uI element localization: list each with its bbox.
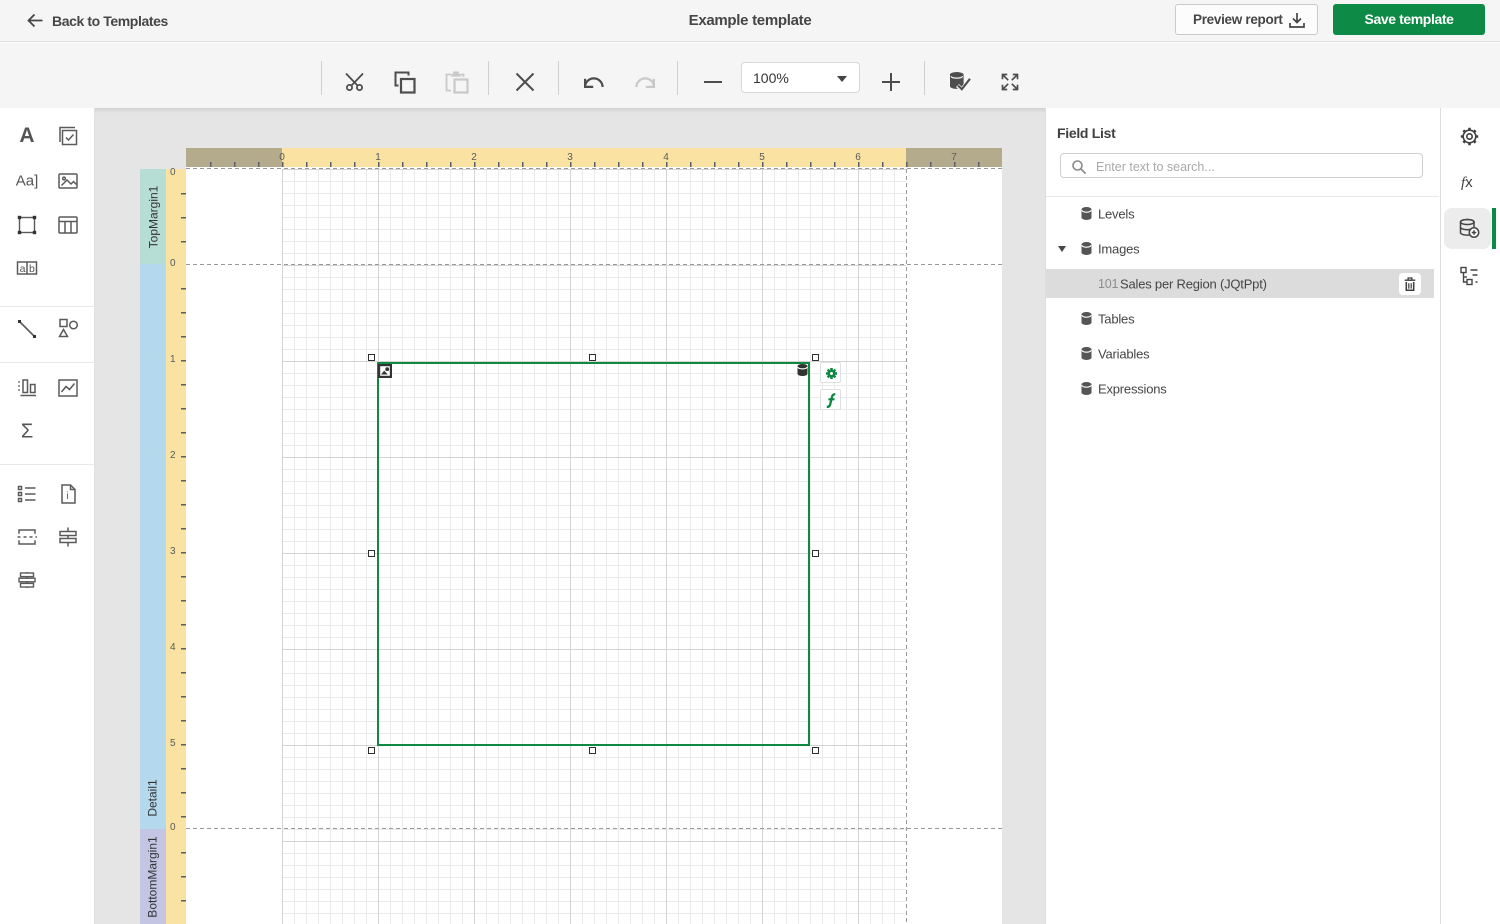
svg-text:i: i: [67, 491, 69, 502]
svg-text:b: b: [29, 263, 35, 275]
svg-text:a: a: [20, 263, 26, 275]
